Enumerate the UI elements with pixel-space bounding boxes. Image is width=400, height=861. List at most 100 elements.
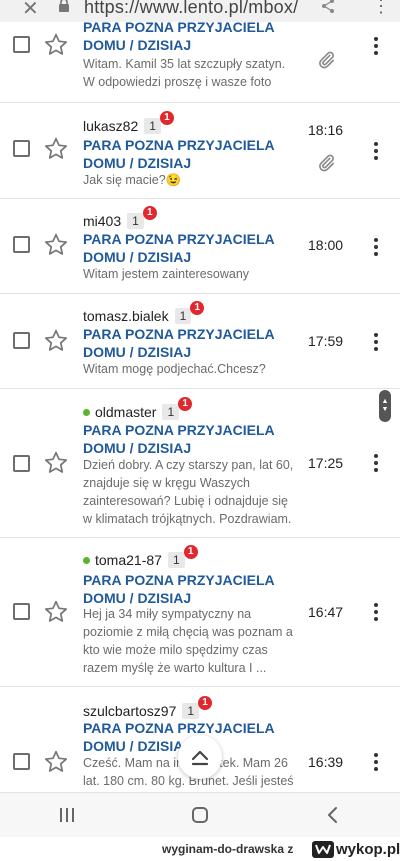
count-value: 1 [167, 405, 175, 419]
select-checkbox[interactable] [13, 332, 30, 349]
browser-url-bar: ✕ https://www.lento.pl/mbox/ ⋮ [0, 0, 400, 22]
sender-name: toma21-87 11 [83, 545, 198, 568]
message-count: 11 [182, 696, 213, 719]
message-count: 11 [167, 545, 198, 568]
message-row[interactable]: mi403 11 PARA POZNA PRZYJACIELA DOMU / D… [0, 199, 400, 294]
browser-menu-icon[interactable]: ⋮ [372, 0, 390, 17]
message-preview: Witam mogę podjechać.Chcesz? [83, 362, 266, 376]
select-checkbox[interactable] [13, 36, 30, 53]
scrollbar-handle[interactable]: ▲ ▼ [379, 390, 391, 422]
message-preview: Witam. Kamil 35 lat szczupły szatyn. W o… [83, 57, 286, 89]
sender-name: tomasz.bialek 11 [83, 301, 205, 324]
sender-label: lukasz82 [83, 118, 139, 134]
online-status-indicator [83, 556, 90, 564]
count-value: 1 [172, 553, 180, 567]
message-time: 18:16 [308, 122, 344, 138]
message-row[interactable]: lukasz82 11 PARA POZNA PRZYJACIELA DOMU … [0, 103, 400, 199]
watermark-footer: wyginam-do-drawska z wykop.pl [0, 837, 400, 861]
back-button[interactable] [303, 793, 363, 837]
more-options-icon[interactable] [369, 601, 383, 623]
sender-label: szulcbartosz97 [83, 703, 177, 719]
sender-label: mi403 [83, 213, 122, 229]
more-options-icon[interactable] [369, 35, 383, 57]
message-time: 17:59 [308, 333, 344, 349]
url-text[interactable]: https://www.lento.pl/mbox/ [84, 0, 298, 18]
message-count: 11 [144, 111, 174, 134]
message-subject[interactable]: PARA POZNA PRZYJACIELA DOMU / DZISIAJ [83, 230, 293, 266]
message-preview: Jak się macie?😉 [83, 173, 182, 187]
star-icon[interactable] [43, 450, 69, 476]
sender-label: tomasz.bialek [83, 308, 169, 324]
wykop-logo-icon [312, 840, 334, 858]
more-options-icon[interactable] [369, 140, 383, 162]
message-subject[interactable]: PARA POZNA PRZYJACIELA DOMU / DZISIAJ [83, 325, 293, 361]
home-icon [191, 807, 208, 823]
paperclip-icon [319, 154, 334, 172]
close-icon[interactable]: ✕ [22, 0, 39, 21]
star-icon[interactable] [43, 136, 69, 162]
star-icon[interactable] [43, 32, 69, 58]
watermark-text: wyginam-do-drawska z [162, 842, 294, 856]
star-icon[interactable] [43, 599, 69, 625]
star-icon[interactable] [43, 749, 69, 775]
home-button[interactable] [170, 793, 230, 837]
select-checkbox[interactable] [13, 236, 30, 253]
back-icon [328, 807, 338, 823]
sender-name: oldmaster 11 [83, 397, 193, 420]
message-preview: Witam jestem zainteresowany [83, 267, 250, 281]
message-subject[interactable]: PARA POZNA PRZYJACIELA DOMU / DZISIAJ [83, 18, 293, 54]
more-options-icon[interactable] [369, 236, 383, 258]
wykop-logo: wykop.pl [312, 839, 400, 859]
more-options-icon[interactable] [369, 751, 383, 773]
count-value: 1 [179, 309, 187, 323]
star-icon[interactable] [43, 328, 69, 354]
more-options-icon[interactable] [369, 452, 383, 474]
message-count: 11 [127, 206, 157, 229]
recent-apps-icon [59, 808, 74, 822]
message-time: 18:00 [308, 237, 344, 253]
select-checkbox[interactable] [13, 455, 30, 472]
unread-badge: 1 [198, 696, 213, 710]
star-icon[interactable] [43, 232, 69, 258]
system-navigation-bar [0, 793, 400, 837]
message-time: 16:47 [308, 604, 344, 620]
select-checkbox[interactable] [13, 753, 30, 770]
unread-badge: 1 [190, 301, 205, 315]
message-time: 16:39 [308, 754, 344, 770]
message-subject[interactable]: PARA POZNA PRZYJACIELA DOMU / DZISIAJ [83, 421, 293, 457]
message-preview: Dzień dobry. A czy starszy pan, lat 60, … [83, 458, 294, 526]
sender-name: lukasz82 11 [83, 111, 174, 134]
online-status-indicator [83, 408, 90, 416]
message-count: 11 [162, 397, 193, 420]
lock-icon [59, 0, 69, 12]
message-row[interactable]: oldmaster 11 PARA POZNA PRZYJACIELA DOMU… [0, 389, 400, 538]
sender-name: mi403 11 [83, 206, 157, 229]
paperclip-icon [319, 51, 334, 69]
select-checkbox[interactable] [13, 140, 30, 157]
message-time: 17:25 [308, 455, 344, 471]
message-count: 11 [174, 301, 205, 324]
share-icon[interactable] [320, 0, 336, 14]
message-subject[interactable]: PARA POZNA PRZYJACIELA DOMU / DZISIAJ [83, 571, 293, 607]
sender-label: oldmaster [95, 404, 157, 420]
select-checkbox[interactable] [13, 603, 30, 620]
unread-badge: 1 [183, 545, 198, 559]
unread-badge: 1 [142, 206, 157, 220]
message-subject[interactable]: PARA POZNA PRZYJACIELA DOMU / DZISIAJ [83, 136, 293, 172]
unread-badge: 1 [159, 111, 174, 125]
message-row[interactable]: tomasz.bialek 11 PARA POZNA PRZYJACIELA … [0, 294, 400, 389]
chevron-up-icon [191, 750, 209, 766]
sender-label: toma21-87 [95, 552, 162, 568]
count-value: 1 [132, 214, 139, 228]
wykop-logo-text: wykop.pl [336, 840, 400, 858]
message-preview: Hej ja 34 miły sympatyczny na poziomie z… [83, 607, 293, 675]
chevron-down-icon: ▼ [381, 406, 389, 413]
count-value: 1 [149, 119, 156, 133]
chevron-up-icon: ▲ [381, 398, 389, 405]
count-value: 1 [187, 704, 195, 718]
recent-apps-button[interactable] [37, 793, 97, 837]
more-options-icon[interactable] [369, 331, 383, 353]
scroll-to-top-button[interactable] [178, 735, 222, 779]
message-row[interactable]: toma21-87 11 PARA POZNA PRZYJACIELA DOMU… [0, 538, 400, 687]
unread-badge: 1 [178, 397, 193, 411]
